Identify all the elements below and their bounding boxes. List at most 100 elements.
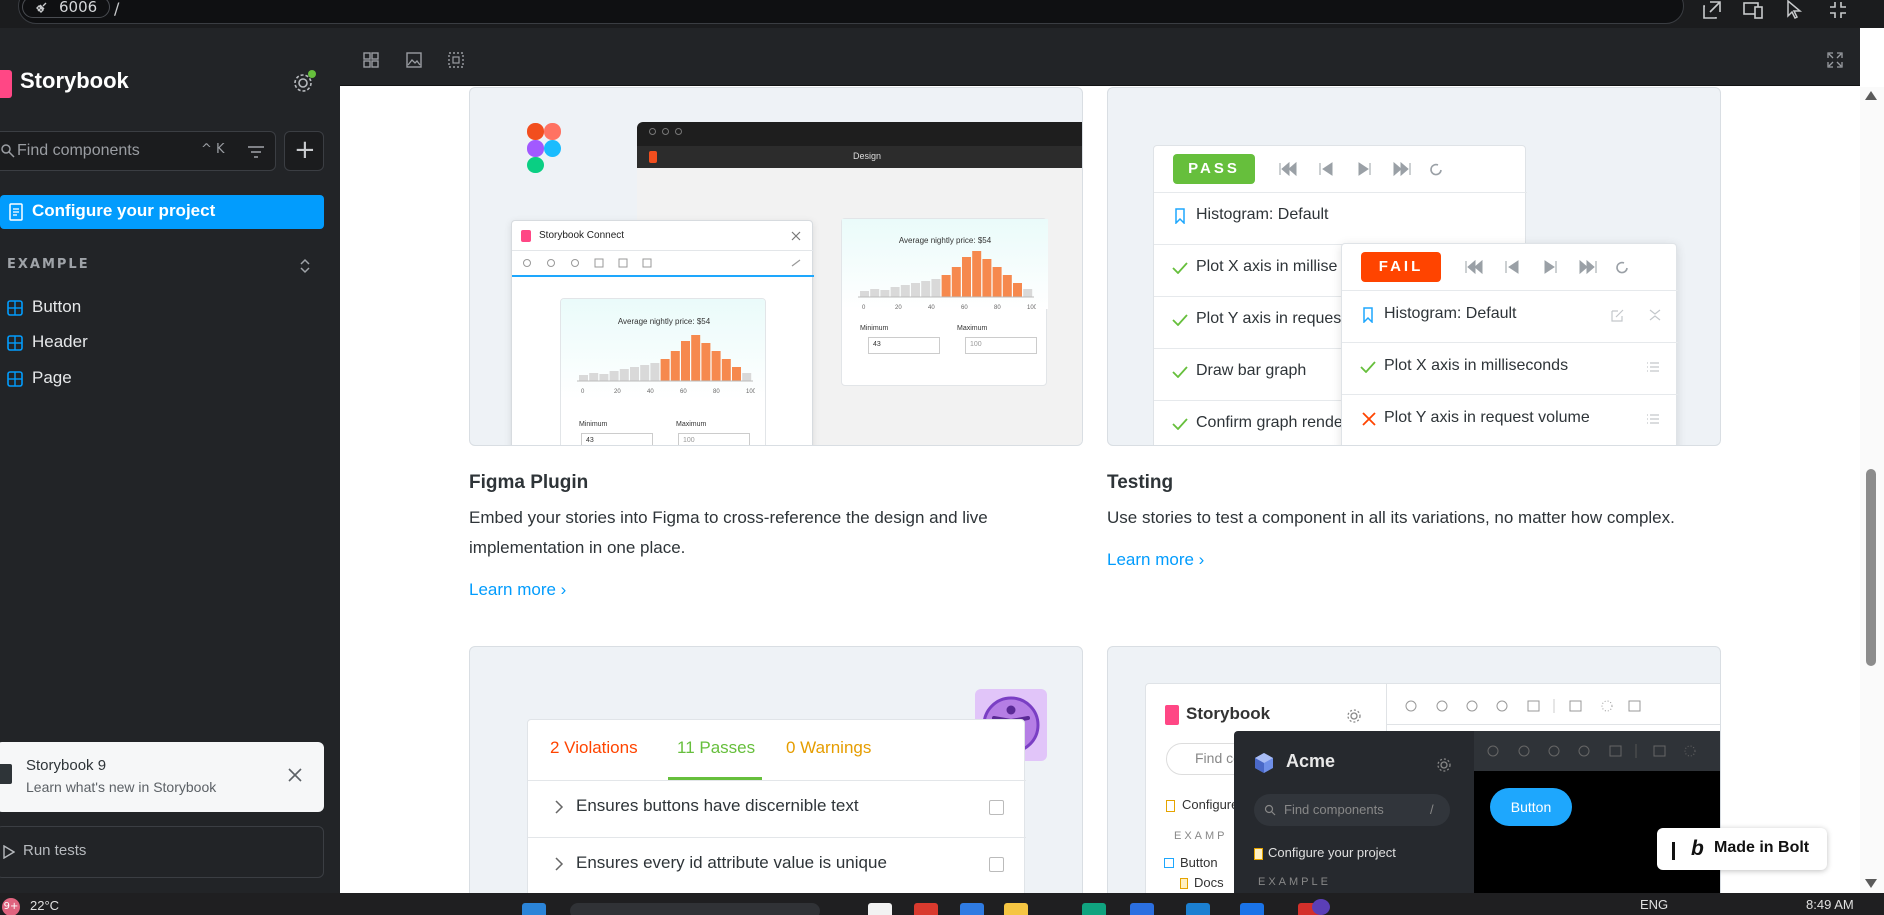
- tick-label: 40: [647, 389, 654, 395]
- component-icon: [7, 371, 23, 387]
- port-chip[interactable]: 6006: [22, 0, 111, 18]
- screen: 6006 / Storybook ^ K + Configure your pr…: [0, 0, 1884, 915]
- section-label-example[interactable]: EXAMPLE: [7, 257, 90, 272]
- url-path: /: [114, 0, 120, 18]
- chevron-right-icon: [555, 857, 564, 871]
- weather-temp[interactable]: 22°C: [30, 898, 59, 913]
- theming-illustration: Storybook Find co Configure EXAMP Button…: [1107, 646, 1721, 893]
- bolt-logo-icon: b: [1691, 837, 1704, 860]
- component-icon: [7, 300, 23, 316]
- testing-card-desc: Use stories to test a component in all i…: [1107, 508, 1675, 527]
- tick-label: 100: [746, 389, 755, 395]
- close-icon: [791, 231, 801, 241]
- bolt-separator: [1672, 842, 1675, 860]
- outline-icon[interactable]: [447, 51, 465, 69]
- tick-label: 60: [680, 389, 687, 395]
- test-row: Plot X axis in millise: [1196, 258, 1338, 275]
- app-icon-store[interactable]: [1130, 903, 1154, 915]
- tab-warnings: 0 Warnings: [786, 738, 872, 757]
- histogram-bar: [630, 367, 639, 381]
- made-in-bolt-badge[interactable]: b Made in Bolt: [1657, 828, 1827, 870]
- app-icon-notepad[interactable]: [868, 903, 892, 915]
- background-image-icon[interactable]: [405, 51, 423, 69]
- collapse-icon[interactable]: [1826, 0, 1850, 22]
- histogram-bar: [992, 267, 1002, 297]
- fail-x-icon: [1362, 412, 1376, 426]
- configure-item-back: Configure: [1182, 797, 1239, 812]
- tick-label: 20: [895, 305, 902, 311]
- figma-card-title: Figma Plugin: [469, 472, 589, 493]
- app-icon-explorer[interactable]: [1004, 903, 1028, 915]
- open-new-tab-icon[interactable]: [1700, 0, 1724, 22]
- testing-card-title: Testing: [1107, 472, 1174, 493]
- search-icon: [1264, 804, 1276, 816]
- preview-button: Button: [1490, 788, 1572, 826]
- run-tests-label: Run tests: [23, 842, 87, 859]
- system-clock[interactable]: 8:49 AM: [1806, 897, 1854, 912]
- search-input[interactable]: [17, 140, 187, 162]
- inspect-cursor-icon[interactable]: [1783, 0, 1807, 22]
- scroll-up-arrow[interactable]: [1865, 91, 1877, 100]
- component-icon: [1164, 858, 1174, 868]
- button-item-back: Button: [1180, 855, 1218, 870]
- a11y-rule: Ensures every id attribute value is uniq…: [576, 853, 887, 872]
- grid-icon[interactable]: [362, 51, 380, 69]
- tick-label: 100: [1027, 305, 1036, 311]
- tab-passes: 11 Passes: [677, 738, 756, 757]
- app-icon-gmail[interactable]: [914, 903, 938, 915]
- figma-learn-more-link[interactable]: Learn more ›: [469, 580, 566, 600]
- open-collapse-icons: [1611, 309, 1661, 322]
- min-input: 43: [581, 433, 653, 445]
- scroll-down-arrow[interactable]: [1865, 879, 1877, 888]
- design-window-title: Design: [852, 151, 881, 161]
- app-icon-chrome[interactable]: [1082, 903, 1106, 915]
- histogram-left: 0 20 40 60 80 100: [577, 335, 755, 395]
- playback-controls-icon: [1279, 161, 1442, 177]
- vertical-scrollbar[interactable]: [1860, 87, 1884, 893]
- testing-learn-more-link[interactable]: Learn more ›: [1107, 550, 1204, 570]
- device-toggle-icon[interactable]: [1741, 0, 1765, 22]
- language-indicator[interactable]: ENG: [1640, 897, 1668, 912]
- acme-toolbar: [1474, 731, 1720, 771]
- acme-logo-icon: [1255, 753, 1273, 773]
- windows-start-icon[interactable]: [522, 903, 546, 915]
- app-icon-edge[interactable]: [960, 903, 984, 915]
- close-icon[interactable]: [286, 766, 304, 784]
- sidebar-item-label: Page: [32, 368, 72, 387]
- configure-project-item[interactable]: Configure your project: [0, 195, 324, 229]
- histogram-bar: [670, 351, 680, 381]
- app-icon-outlook[interactable]: [1240, 903, 1264, 915]
- figma-logo-icon: [527, 123, 561, 173]
- app-icon-vscode[interactable]: [1186, 903, 1210, 915]
- browser-top-bar: 6006 /: [0, 0, 1884, 28]
- histogram-bar: [650, 363, 660, 381]
- filter-icon[interactable]: [247, 144, 265, 160]
- docs-item-back: Docs: [1194, 875, 1224, 890]
- expand-collapse-icon[interactable]: [298, 257, 312, 275]
- histogram-bar: [742, 373, 752, 381]
- histogram-bar: [921, 281, 931, 297]
- document-icon: [1180, 878, 1188, 889]
- figma-card-desc-2: implementation in one place.: [469, 538, 686, 557]
- storybook-logo: [521, 230, 531, 242]
- histogram-right: 0 20 40 60 80 100: [858, 251, 1036, 311]
- histogram-bar: [890, 287, 900, 297]
- taskbar-search[interactable]: [570, 903, 820, 915]
- run-tests-button[interactable]: Run tests: [0, 826, 324, 878]
- fullscreen-icon[interactable]: [1826, 51, 1844, 69]
- app-icon-profile[interactable]: [1312, 899, 1330, 915]
- tick-label: 0: [581, 389, 585, 395]
- acme-brand: Acme: [1286, 751, 1336, 771]
- max-input: 100: [678, 433, 750, 445]
- test-row: Confirm graph rende: [1196, 414, 1343, 431]
- notification-badge[interactable]: 9+: [2, 898, 20, 915]
- acme-search-placeholder: Find components: [1284, 802, 1384, 817]
- min-label: Minimum: [860, 325, 889, 332]
- sidebar: Storybook ^ K + Configure your project E…: [0, 28, 340, 893]
- toolbar-icons: [1487, 744, 1696, 758]
- add-story-button[interactable]: +: [284, 131, 324, 171]
- address-bar[interactable]: [18, 0, 1684, 24]
- whats-new-notice[interactable]: Storybook 9 Learn what's new in Storyboo…: [0, 742, 324, 812]
- scroll-thumb[interactable]: [1866, 469, 1876, 666]
- tick-label: 60: [961, 305, 968, 311]
